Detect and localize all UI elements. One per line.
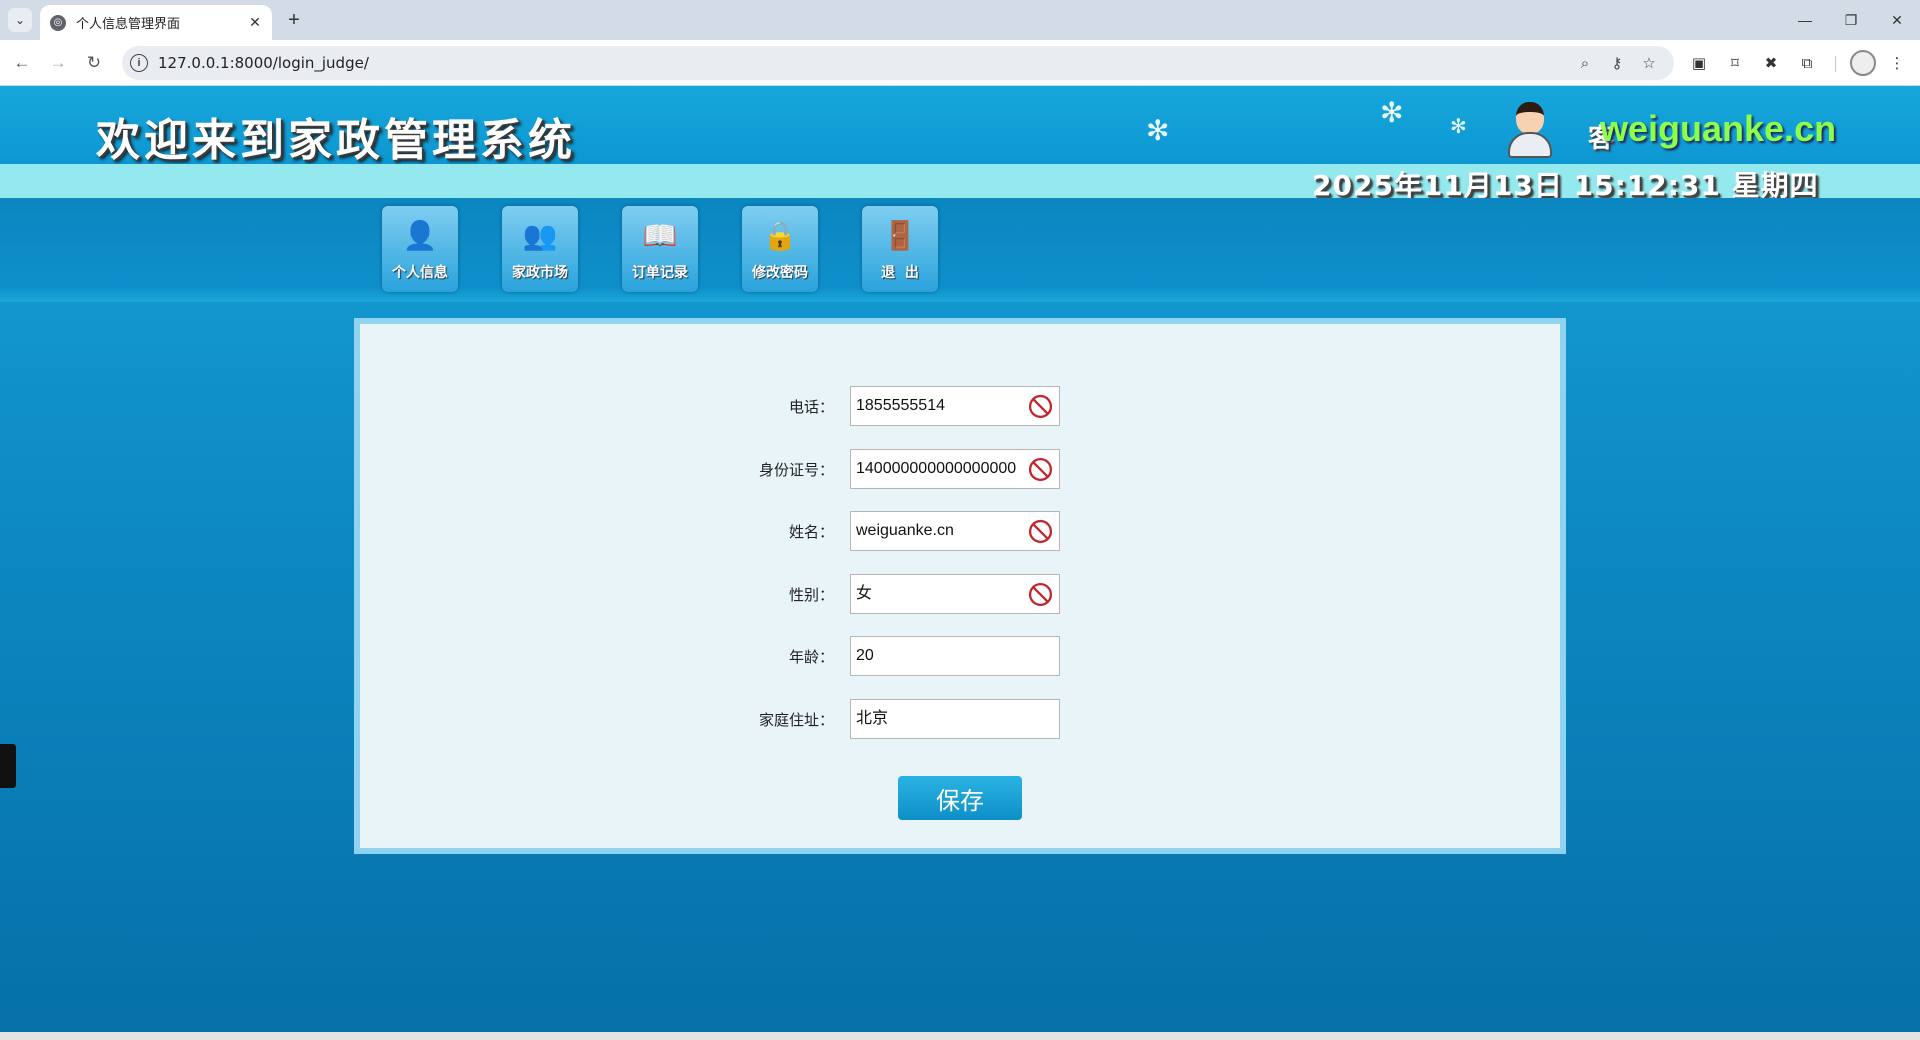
id-number-label: 身份证号： [758,461,834,479]
nav-personal-info[interactable]: 👤 个人信息 [382,206,458,292]
key-icon[interactable]: ⚷ [1606,52,1628,74]
zoom-icon[interactable]: ⌕ [1574,52,1596,74]
minimize-button[interactable]: — [1788,6,1822,34]
bookmark-icon[interactable]: ⌑ [1722,50,1748,76]
bottom-bar [0,1032,1920,1040]
back-button[interactable]: ← [8,49,36,77]
lock-person-icon: 🔒 [762,219,798,251]
form-row-phone: 电话： 1855555514 [360,386,1560,426]
extension-x-icon[interactable]: ✖ [1758,50,1784,76]
globe-icon: ◎ [50,14,66,31]
dandelion-icon: ✻ [1450,116,1467,138]
page: 欢迎来到家政管理系统 ✻ ✻ ✻ 客 weiguanke.cn 2025年11月… [0,86,1920,1032]
nav-label: 修改密码 [752,265,808,281]
not-allowed-icon [1028,582,1053,607]
browser-toolbar: ← → ↻ i 127.0.0.1:8000/login_judge/ ⌕ ⚷ … [0,40,1920,86]
dandelion-icon: ✻ [1146,115,1170,146]
user-avatar-icon [1504,102,1554,160]
watermark-text: weiguanke.cn [1600,108,1837,149]
nav-housekeeping-market[interactable]: 👥 家政市场 [502,206,578,292]
new-tab-button[interactable]: + [282,8,306,32]
extensions-puzzle-icon[interactable]: ⧉ [1794,50,1820,76]
order-book-icon: 📖 [642,219,678,251]
toolbar-divider [1835,56,1836,72]
url-text[interactable]: 127.0.0.1:8000/login_judge/ [158,54,369,72]
nav-change-password[interactable]: 🔒 修改密码 [742,206,818,292]
age-field[interactable]: 20 [850,636,1060,676]
address-bar[interactable]: i 127.0.0.1:8000/login_judge/ ⌕ ⚷ ☆ [122,46,1674,80]
address-label: 家庭住址： [758,711,834,729]
not-allowed-icon [1028,519,1053,544]
extension-incognito-icon[interactable]: ▣ [1686,50,1712,76]
not-allowed-icon [1028,457,1053,482]
time-bar: 2025年11月13日 15:12:31 星期四 [0,164,1920,202]
form-row-age: 年龄： 20 [360,636,1560,676]
name-label: 姓名： [788,523,834,541]
tab-close-button[interactable]: ✕ [244,12,266,34]
dandelion-icon: ✻ [1380,97,1404,128]
tab-title: 个人信息管理界面 [76,17,181,32]
people-icon: 👥 [522,219,558,251]
nav-exit[interactable]: 🚪 退 出 [862,206,938,292]
profile-form: 电话： 1855555514 身份证号： 140000000000000000 … [360,324,1560,848]
profile-panel: 电话： 1855555514 身份证号： 140000000000000000 … [354,318,1566,854]
save-button[interactable]: 保存 [898,776,1022,820]
age-label: 年龄： [788,648,834,666]
tab-list-button[interactable]: ⌄ [8,8,32,32]
form-row-gender: 性别： 女 [360,574,1560,614]
header-banner: 欢迎来到家政管理系统 ✻ ✻ ✻ 客 weiguanke.cn [0,86,1920,166]
browser-tabbar: ⌄ ◎ 个人信息管理界面 ✕ + — ❐ ✕ [0,0,1920,40]
not-allowed-icon [1028,394,1053,419]
form-row-id-number: 身份证号： 140000000000000000 [360,449,1560,489]
nav-label: 个人信息 [392,265,448,281]
main-nav: 👤 个人信息 👥 家政市场 📖 订单记录 🔒 修改密码 🚪 退 出 [0,198,1920,302]
site-info-icon[interactable]: i [130,54,148,72]
menu-kebab-icon[interactable]: ⋮ [1884,50,1910,76]
profile-avatar[interactable] [1850,50,1876,76]
site-title: 欢迎来到家政管理系统 [96,115,576,166]
window-close-button[interactable]: ✕ [1880,6,1914,34]
nav-label: 家政市场 [512,265,568,281]
nav-label: 退 出 [881,265,919,281]
form-row-address: 家庭住址： 北京 [360,699,1560,739]
forward-button[interactable]: → [44,49,72,77]
side-handle[interactable] [0,744,16,788]
nav-label: 订单记录 [632,265,688,281]
star-icon[interactable]: ☆ [1638,52,1660,74]
form-row-name: 姓名： weiguanke.cn [360,511,1560,551]
person-icon: 👤 [402,219,438,251]
browser-tab-active[interactable]: ◎ 个人信息管理界面 ✕ [40,5,272,40]
restore-button[interactable]: ❐ [1834,6,1868,34]
exit-icon: 🚪 [882,219,918,251]
phone-label: 电话： [788,398,834,416]
reload-button[interactable]: ↻ [80,49,108,77]
gender-label: 性别： [788,586,834,604]
address-field[interactable]: 北京 [850,699,1060,739]
nav-order-records[interactable]: 📖 订单记录 [622,206,698,292]
